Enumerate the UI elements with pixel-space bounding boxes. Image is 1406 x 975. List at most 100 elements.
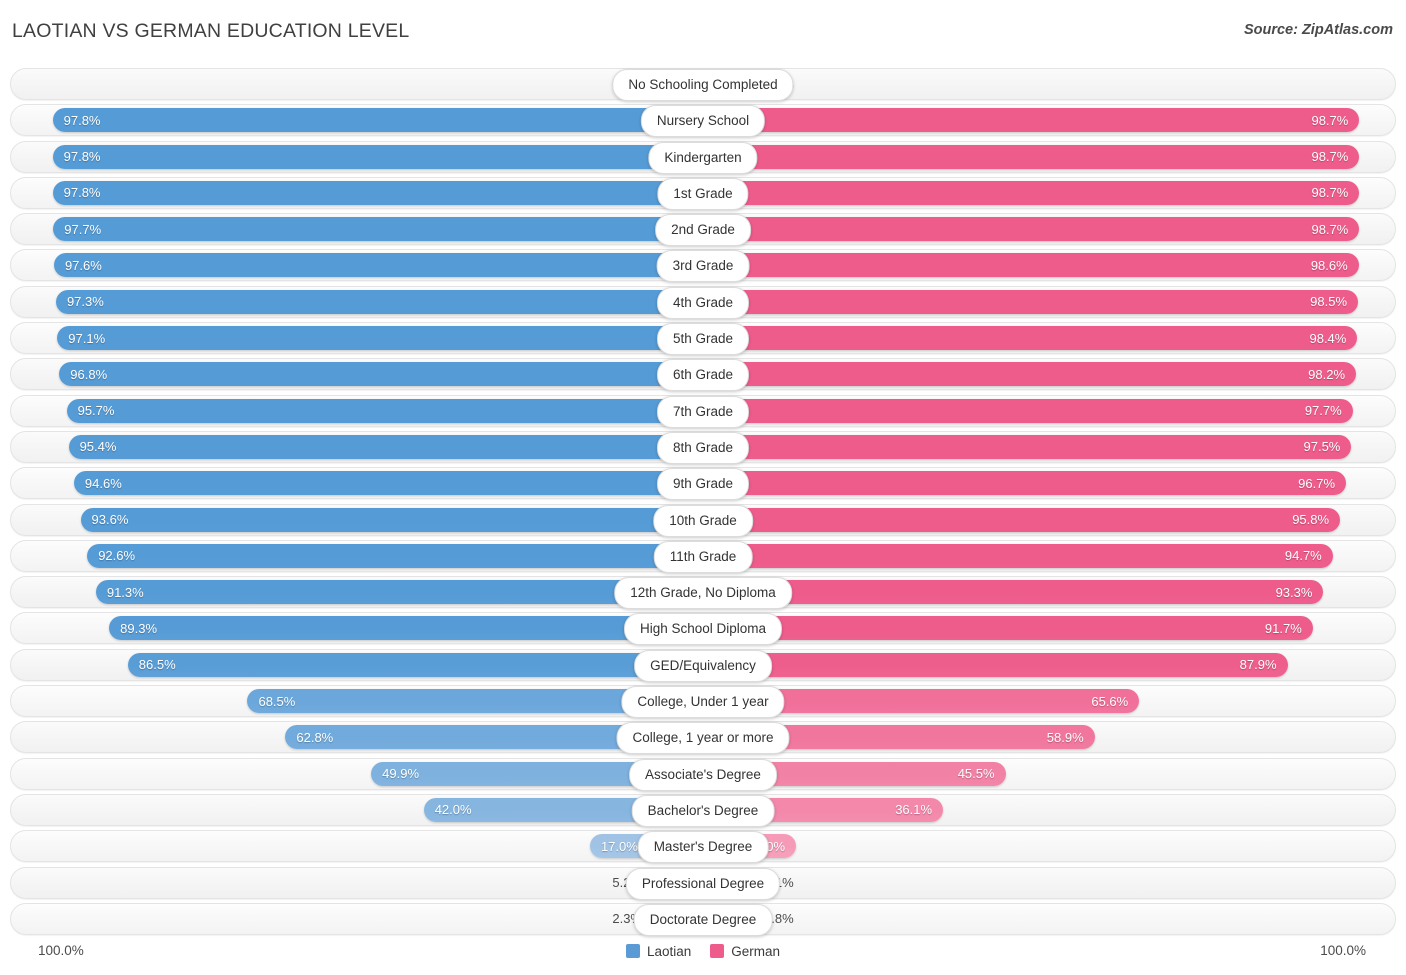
category-label-pill[interactable]: Professional Degree (625, 867, 781, 900)
bar-value-german: 98.7% (1311, 112, 1349, 128)
bar-value-laotian: 17.0% (600, 838, 638, 854)
bar-value-german: 98.7% (1311, 221, 1349, 237)
bar-value-laotian: 93.6% (91, 512, 129, 528)
bar-value-laotian: 49.9% (382, 766, 420, 782)
chart-legend: Laotian German (0, 938, 1406, 964)
bar-german[interactable]: 91.7% (703, 616, 1313, 641)
bar-laotian[interactable]: 93.6% (80, 507, 703, 532)
category-label-pill[interactable]: 6th Grade (656, 359, 750, 392)
bar-value-laotian: 97.7% (64, 221, 102, 237)
bar-row: 97.1% 98.4% 5th Grade (0, 322, 1406, 356)
bar-laotian[interactable]: 97.8% (52, 108, 703, 133)
bar-value-laotian: 42.0% (434, 802, 472, 818)
category-label-pill[interactable]: Master's Degree (637, 831, 769, 864)
legend-swatch-blue (625, 944, 640, 958)
bar-row: 95.7% 97.7% 7th Grade (0, 394, 1406, 428)
category-label-pill[interactable]: No Schooling Completed (612, 69, 794, 101)
bar-german[interactable]: 95.8% (703, 507, 1341, 532)
bar-value-german: 98.4% (1309, 330, 1347, 346)
bar-german[interactable]: 97.5% (703, 434, 1352, 459)
bar-german[interactable]: 98.4% (703, 326, 1358, 351)
category-label-pill[interactable]: College, 1 year or more (616, 722, 790, 755)
category-label-pill[interactable]: Associate's Degree (629, 758, 777, 791)
category-label-pill[interactable]: 5th Grade (656, 323, 750, 356)
bar-laotian[interactable]: 97.8% (52, 180, 703, 205)
category-label-pill[interactable]: High School Diploma (623, 613, 783, 646)
bar-laotian[interactable]: 92.6% (87, 543, 703, 568)
legend-label: German (731, 943, 781, 959)
bar-value-german: 36.1% (895, 802, 933, 818)
category-label-pill[interactable]: 9th Grade (656, 468, 750, 501)
bar-german[interactable]: 87.9% (703, 652, 1288, 677)
bar-row: 49.9% 45.5% Associate's Degree (0, 757, 1406, 791)
bar-laotian[interactable]: 94.6% (73, 471, 703, 496)
bar-german[interactable]: 98.6% (703, 253, 1359, 278)
legend-item[interactable]: German (710, 944, 780, 959)
bar-laotian[interactable]: 89.3% (109, 616, 703, 641)
category-label-pill[interactable]: 11th Grade (653, 540, 753, 573)
category-label-pill[interactable]: GED/Equivalency (634, 649, 772, 682)
category-label-pill[interactable]: Doctorate Degree (633, 903, 773, 936)
bar-laotian[interactable]: 95.4% (68, 434, 703, 459)
bar-laotian[interactable]: 91.3% (95, 580, 703, 605)
category-label-pill[interactable]: 10th Grade (653, 504, 753, 537)
bar-laotian[interactable]: 97.8% (52, 144, 703, 169)
bar-row: 97.8% 98.7% Nursery School (0, 104, 1406, 138)
category-label-pill[interactable]: 12th Grade, No Diploma (614, 577, 792, 610)
category-label-pill[interactable]: Bachelor's Degree (631, 794, 775, 827)
category-label-pill[interactable]: Kindergarten (648, 141, 758, 174)
category-label-pill[interactable]: 3rd Grade (656, 250, 750, 283)
category-label-pill[interactable]: 7th Grade (656, 395, 750, 428)
bar-german[interactable]: 93.3% (703, 580, 1324, 605)
bar-laotian[interactable]: 97.1% (57, 326, 703, 351)
bar-row: 95.4% 97.5% 8th Grade (0, 430, 1406, 464)
bar-german[interactable]: 98.7% (703, 108, 1360, 133)
bar-laotian[interactable]: 97.7% (53, 217, 703, 242)
bar-value-laotian: 94.6% (84, 475, 122, 491)
bar-german[interactable]: 98.7% (703, 180, 1360, 205)
bar-value-laotian: 97.1% (68, 330, 106, 346)
bar-german[interactable]: 98.7% (703, 144, 1360, 169)
bar-german[interactable]: 97.7% (703, 398, 1353, 423)
source-attribution: Source: ZipAtlas.com (1243, 22, 1393, 38)
bar-german[interactable]: 98.7% (703, 217, 1360, 242)
bar-value-laotian: 89.3% (120, 620, 158, 636)
bar-value-german: 58.9% (1046, 729, 1084, 745)
bar-german[interactable]: 98.2% (703, 362, 1357, 387)
bar-row: 97.8% 98.7% Kindergarten (0, 140, 1406, 174)
bar-german[interactable]: 98.5% (703, 289, 1359, 314)
bar-value-laotian: 91.3% (106, 584, 144, 600)
category-label-pill[interactable]: 2nd Grade (655, 214, 751, 247)
bar-value-german: 95.8% (1292, 512, 1330, 528)
bar-value-german: 65.6% (1091, 693, 1129, 709)
bar-row: 89.3% 91.7% High School Diploma (0, 612, 1406, 646)
bar-row: 5.2% 4.1%Professional Degree (0, 866, 1406, 900)
category-label-pill[interactable]: 1st Grade (657, 177, 749, 210)
bar-value-german: 1.4% (764, 68, 1406, 100)
bar-row: 97.7% 98.7% 2nd Grade (0, 213, 1406, 247)
bar-value-laotian: 97.8% (63, 149, 101, 165)
category-label-pill[interactable]: 4th Grade (656, 286, 750, 319)
category-label-pill[interactable]: Nursery School (640, 105, 766, 138)
category-label-pill[interactable]: 8th Grade (656, 431, 750, 464)
bar-value-laotian: 96.8% (70, 366, 108, 382)
bar-value-laotian: 92.6% (98, 548, 136, 564)
legend-item[interactable]: Laotian (625, 943, 692, 959)
bar-value-german: 98.6% (1310, 257, 1348, 273)
bar-laotian[interactable]: 97.3% (55, 289, 703, 314)
bar-german[interactable]: 96.7% (703, 471, 1347, 496)
bar-german[interactable]: 94.7% (703, 543, 1333, 568)
category-label-pill[interactable]: College, Under 1 year (621, 686, 785, 719)
bar-value-laotian: 97.8% (63, 112, 101, 128)
bar-laotian[interactable]: 86.5% (127, 652, 703, 677)
bar-laotian[interactable]: 97.6% (53, 253, 703, 278)
legend-label: Laotian (646, 943, 692, 959)
bar-row: 94.6% 96.7% 9th Grade (0, 467, 1406, 501)
bar-value-german: 87.9% (1239, 657, 1277, 673)
bar-value-german: 98.2% (1308, 366, 1346, 382)
bar-value-german: 98.5% (1310, 294, 1348, 310)
bar-laotian[interactable]: 95.7% (66, 398, 703, 423)
bar-value-german: 96.7% (1298, 475, 1336, 491)
bar-row: 62.8% 58.9% College, 1 year or more (0, 721, 1406, 755)
bar-laotian[interactable]: 96.8% (59, 362, 703, 387)
